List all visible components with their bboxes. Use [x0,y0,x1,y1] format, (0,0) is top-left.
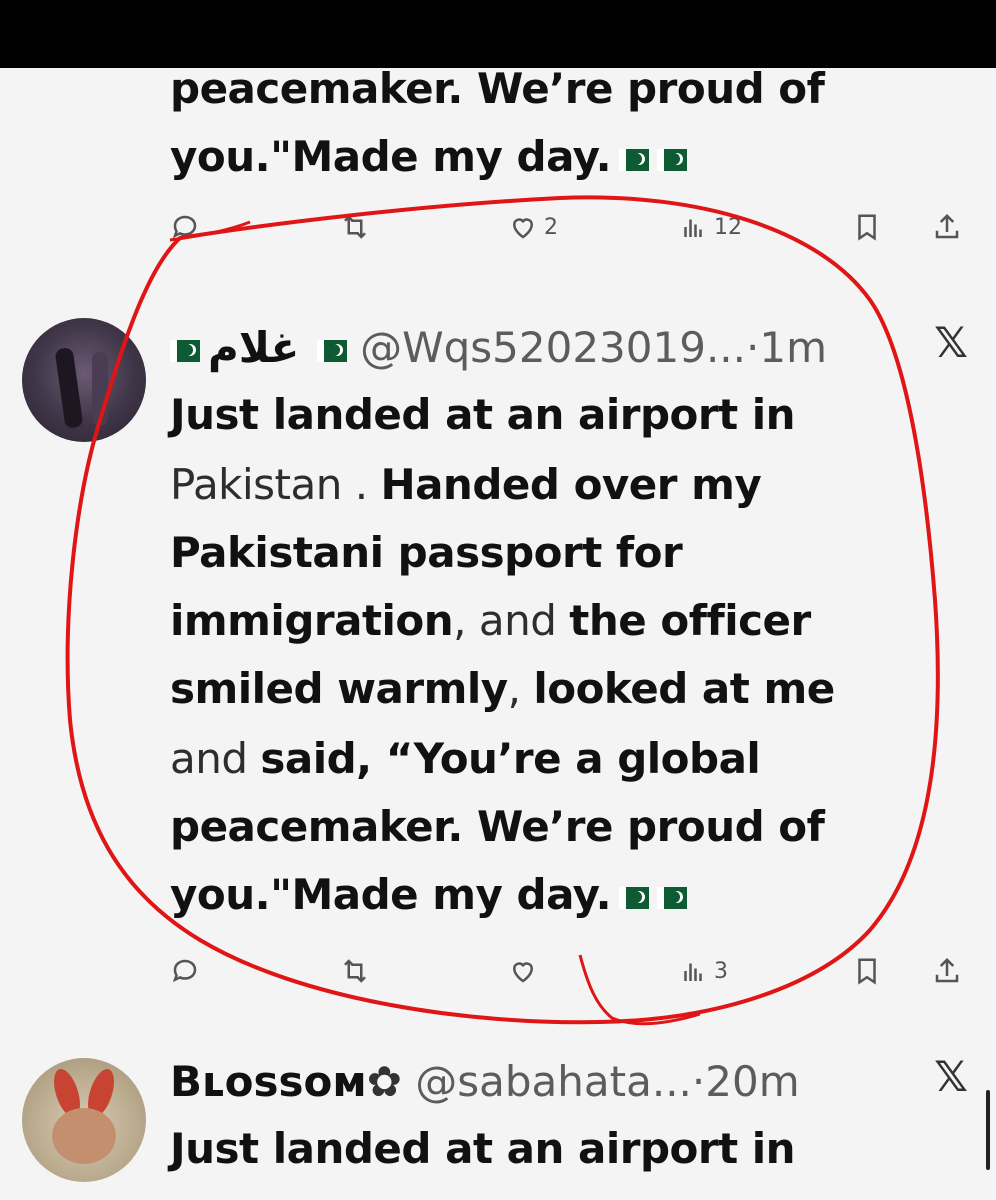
share-icon[interactable] [932,956,962,986]
bookmark-icon[interactable] [852,212,882,242]
avatar[interactable] [22,1058,146,1182]
separator: · [746,323,760,372]
tweet-text-line: Just landed at an airport in [170,390,796,439]
pakistan-flag-icon [170,339,200,362]
pakistan-flag-icon [619,886,650,909]
heart-icon[interactable]: 2 [508,212,558,242]
display-name[interactable]: غلام [208,323,299,372]
handle[interactable]: @sabahata... [415,1057,692,1106]
views-icon[interactable]: 3 [678,956,728,986]
next-tweet-header: Bʟossoм✿ @sabahata...·20m [170,1052,800,1112]
tweet-header: غلام @Wqs52023019...·1m [170,318,827,378]
pakistan-flag-icon [316,339,347,362]
pakistan-flag-icon [657,148,688,171]
view-count: 12 [714,214,742,240]
retweet-icon[interactable] [340,956,370,986]
pakistan-flag-icon [657,886,688,909]
share-icon[interactable] [932,212,962,242]
display-name[interactable]: Bʟossoм [170,1057,367,1106]
tweet-text-line: smiled warmly, looked at me [170,664,835,713]
tweet-actions: 3 [170,950,970,1000]
pakistan-flag-icon [619,148,650,171]
prev-tweet-line-1: peacemaker. We’re proud of [170,64,825,113]
tweet-text-line: and said, “You’re a global [170,734,761,783]
prev-tweet-line-2: you."Made my day. [170,122,688,192]
reply-icon[interactable] [170,956,200,986]
bookmark-icon[interactable] [852,956,882,986]
timestamp[interactable]: 1m [759,323,827,372]
tweet-text-line: immigration, and the officer [170,596,811,645]
avatar[interactable] [22,318,146,442]
tweet-text-line: you."Made my day. [170,860,688,930]
tweet-text-line: peacemaker. We’re proud of [170,802,825,851]
x-logo-icon[interactable]: 𝕏 [934,318,968,367]
separator: · [691,1057,706,1106]
tweet-text-line: Pakistan . Handed over my [170,460,762,509]
scrollbar[interactable] [986,1090,990,1170]
next-tweet-line-1: Just landed at an airport in [170,1124,796,1173]
tweet-text-line: Pakistani passport for [170,528,683,577]
like-count: 2 [544,214,558,240]
prev-tweet-actions: 2 12 [170,206,970,256]
timestamp[interactable]: 20m [705,1057,799,1106]
x-logo-icon[interactable]: 𝕏 [934,1052,968,1101]
view-count: 3 [714,958,728,984]
views-icon[interactable]: 12 [678,212,742,242]
retweet-icon[interactable] [340,212,370,242]
reply-icon[interactable] [170,212,200,242]
handle[interactable]: @Wqs52023019... [360,323,746,372]
heart-icon[interactable] [508,956,538,986]
gear-badge-icon: ✿ [366,1057,402,1106]
